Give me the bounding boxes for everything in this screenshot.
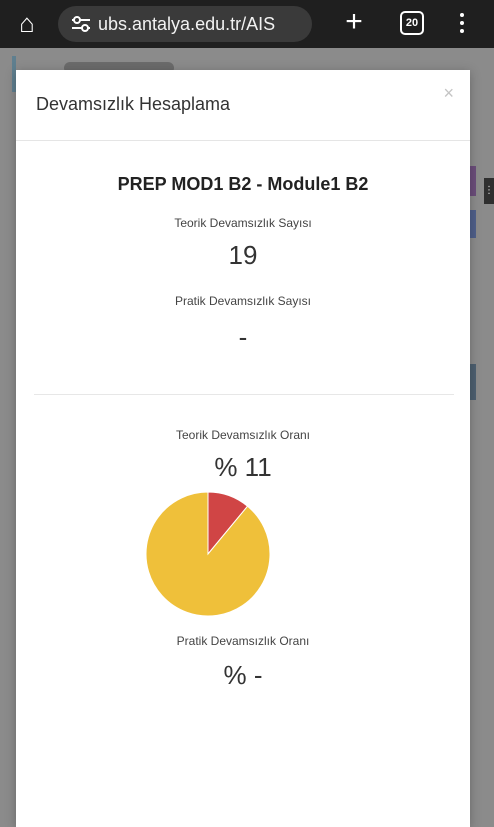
pie-slice-remaining <box>145 491 271 617</box>
practice-rate-value: % - <box>223 660 263 690</box>
course-title: PREP MOD1 B2 - Module1 B2 <box>117 174 369 194</box>
background-accent <box>470 166 476 196</box>
close-icon[interactable]: × <box>443 84 454 102</box>
home-icon[interactable]: ⌂ <box>14 10 40 36</box>
modal-title: Devamsızlık Hesaplama <box>36 94 231 114</box>
modal-header: Devamsızlık Hesaplama × <box>16 70 470 141</box>
practice-count-label: Pratik Devamsızlık Sayısı <box>174 294 312 308</box>
theory-count-label: Teorik Devamsızlık Sayısı <box>174 216 312 230</box>
new-tab-icon[interactable]: + <box>340 7 368 37</box>
absence-modal: Devamsızlık Hesaplama × PREP MOD1 B2 - M… <box>16 70 470 827</box>
practice-count-value: - <box>238 322 248 352</box>
theory-rate-value: % 11 <box>214 452 272 482</box>
address-bar[interactable]: ubs.antalya.edu.tr/AIS <box>58 6 312 42</box>
background-accent <box>470 210 476 238</box>
browser-toolbar: ⌂ ubs.antalya.edu.tr/AIS + 20 <box>0 0 494 48</box>
theory-rate-pie-chart <box>145 491 271 617</box>
url-text: ubs.antalya.edu.tr/AIS <box>98 13 276 34</box>
background-accent <box>470 364 476 400</box>
theory-rate-label: Teorik Devamsızlık Oranı <box>175 428 311 442</box>
more-menu-icon[interactable] <box>452 8 472 38</box>
practice-rate-label: Pratik Devamsızlık Oranı <box>176 634 310 648</box>
background-handle-icon: ⋮ <box>484 178 494 204</box>
theory-count-value: 19 <box>228 240 258 270</box>
divider <box>34 394 454 395</box>
tab-count-button[interactable]: 20 <box>400 11 424 35</box>
site-settings-icon[interactable] <box>70 15 92 33</box>
